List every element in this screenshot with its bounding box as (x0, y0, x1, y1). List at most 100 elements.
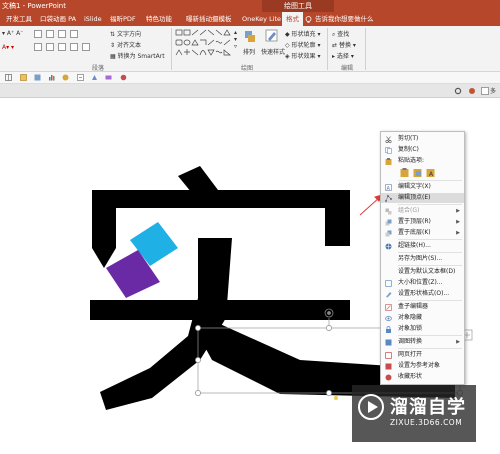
align-left-icon[interactable] (34, 43, 42, 51)
menu-favorite-shape[interactable]: 收藏形状 (381, 372, 464, 382)
send-back-icon (385, 230, 392, 237)
menu-format-shape[interactable]: 设置形状格式(O)... (381, 289, 464, 299)
grid-icon[interactable] (5, 74, 12, 81)
tab-pocket-animation[interactable]: 口袋动画 PA (36, 12, 80, 26)
menu-separator (398, 348, 462, 349)
size-icon (385, 280, 392, 287)
distribute-icon[interactable] (82, 43, 90, 51)
audio-icon[interactable] (120, 74, 127, 81)
convert-icon (385, 339, 392, 346)
menu-open-web[interactable]: 网页打开 (381, 350, 464, 360)
title-bar: 文稿1 - PowerPoint 绘图工具 (0, 0, 500, 12)
menu-save-as-picture[interactable]: 另存为图片(S)... (381, 254, 464, 264)
paste-picture-icon[interactable] (413, 168, 422, 177)
shape-outline-button[interactable]: ◇ 形状轮廓 ▾ (285, 40, 320, 49)
picture-icon[interactable] (34, 74, 41, 81)
menu-bring-to-front[interactable]: 置于顶层(R) ▶ (381, 217, 464, 227)
align-center-icon[interactable] (46, 43, 54, 51)
hide-icon (385, 316, 392, 321)
menu-edit-points[interactable]: 编辑顶点(E) (381, 193, 464, 203)
quick-styles-label: 快速样式 (261, 49, 286, 56)
gallery-more[interactable]: ▴ ▾ ▿ (234, 29, 237, 50)
menu-separator (398, 239, 462, 240)
smartart-button[interactable]: ▦ 转换为 SmartArt (110, 51, 165, 60)
scissors-icon (385, 136, 392, 143)
outdent-icon[interactable] (70, 30, 78, 38)
select-button[interactable]: ▸ 选择 ▾ (332, 51, 354, 60)
menu-box-editor[interactable]: 盒子编辑器 (381, 302, 464, 312)
tab-templates[interactable]: 曝新插动摄模板 (182, 12, 236, 26)
textbox-icon[interactable] (77, 74, 84, 81)
menu-convert[interactable]: 调图转换 ▶ (381, 337, 464, 347)
text-direction-button[interactable]: ⇅ 文字方向 (110, 29, 141, 38)
pointer-arrow (359, 194, 383, 216)
font-color-icon[interactable]: A▾ ▾ (2, 44, 14, 51)
menu-lock-object[interactable]: 对象加锁 (381, 324, 464, 334)
paragraph-group-label: 段落 (92, 65, 105, 72)
menu-separator (398, 335, 462, 336)
menu-separator (398, 300, 462, 301)
more-icon[interactable] (481, 87, 489, 95)
shape-fill-button[interactable]: ◆ 形状填充 ▾ (285, 29, 320, 38)
justify-icon[interactable] (70, 43, 78, 51)
indent-icon[interactable] (58, 30, 66, 38)
drawing-tools-label: 绘图工具 (262, 0, 334, 12)
web-icon (385, 352, 392, 359)
replace-button[interactable]: ⇄ 替换 ▾ (332, 40, 356, 49)
chart-icon[interactable] (48, 74, 55, 81)
tab-developer[interactable]: 开发工具 (2, 12, 36, 26)
reference-icon (385, 363, 392, 370)
adjust-handle (334, 396, 338, 400)
font-size-dropdown[interactable]: ▾ A⁺ A⁻ (2, 30, 23, 37)
group-icon (385, 208, 392, 215)
tab-foxit-pdf[interactable]: 福昕PDF (106, 12, 140, 26)
list-bullets-icon[interactable] (34, 30, 42, 38)
paste-keep-format-icon[interactable] (400, 168, 409, 177)
find-button[interactable]: ⌕ 查找 (332, 29, 349, 39)
menu-hide-object[interactable]: 对象隐藏 (381, 313, 464, 323)
paste-text-only-icon[interactable]: A (426, 168, 435, 177)
video-icon[interactable] (105, 74, 112, 81)
quick-styles-icon[interactable] (265, 29, 279, 45)
edit-text-icon: A (385, 184, 392, 191)
menu-separator (398, 180, 462, 181)
menu-set-default-textbox[interactable]: 设置为默认文本框(D) (381, 267, 464, 277)
menu-group[interactable]: 组合(G) ▶ (381, 206, 464, 216)
menu-cut[interactable]: 剪切(T) (381, 134, 464, 144)
format-shape-icon (386, 292, 392, 298)
edit-points-icon (385, 195, 392, 202)
tab-features[interactable]: 特色功能 (142, 12, 176, 26)
list-numbers-icon[interactable] (46, 30, 54, 38)
menu-size-position[interactable]: 大小和位置(Z)... (381, 278, 464, 288)
menu-separator (398, 204, 462, 205)
menu-paste-options: 粘贴选项: (381, 156, 464, 166)
lock-icon (386, 326, 391, 333)
ribbon: ▾ A⁺ A⁻ A▾ ▾ ⇅ 文字方向 ⇕ 对齐文本 ▦ 转换为 SmartAr… (0, 26, 500, 72)
divider (327, 28, 328, 70)
menu-hyperlink[interactable]: 超链接(H)... (381, 241, 464, 251)
tab-islide[interactable]: iSlide (80, 12, 106, 26)
gear-icon[interactable] (454, 87, 462, 95)
tab-format[interactable]: 格式 (282, 12, 303, 26)
menu-copy[interactable]: 复制(C) (381, 145, 464, 155)
divider (171, 28, 172, 70)
menu-send-to-back[interactable]: 置于底层(K) ▶ (381, 228, 464, 238)
align-text-button[interactable]: ⇕ 对齐文本 (110, 40, 141, 49)
tab-onekey[interactable]: OneKey Lite (238, 12, 285, 26)
shape-icon[interactable] (62, 74, 69, 81)
tell-me-box[interactable]: 告诉我你想要做什么 (305, 12, 374, 26)
table-icon[interactable] (20, 74, 27, 81)
arrange-icon[interactable] (244, 30, 256, 44)
align-right-icon[interactable] (58, 43, 66, 51)
shapes-gallery[interactable] (175, 28, 233, 62)
lightbulb-icon (305, 15, 312, 23)
drawing-group-label: 绘图 (241, 65, 254, 72)
symbol-icon[interactable] (91, 74, 98, 81)
watermark: 溜溜自学 ZIXUE.3D66.COM (352, 385, 476, 442)
menu-set-reference[interactable]: 设置为参考对象 (381, 361, 464, 371)
menu-edit-text[interactable]: A 编辑文字(X) (381, 182, 464, 192)
settings-icon[interactable] (468, 87, 476, 95)
quick-toolbar (0, 72, 500, 84)
window-title: 文稿1 - PowerPoint (2, 2, 66, 10)
shape-effects-button[interactable]: ◈ 形状效果 ▾ (285, 51, 320, 60)
